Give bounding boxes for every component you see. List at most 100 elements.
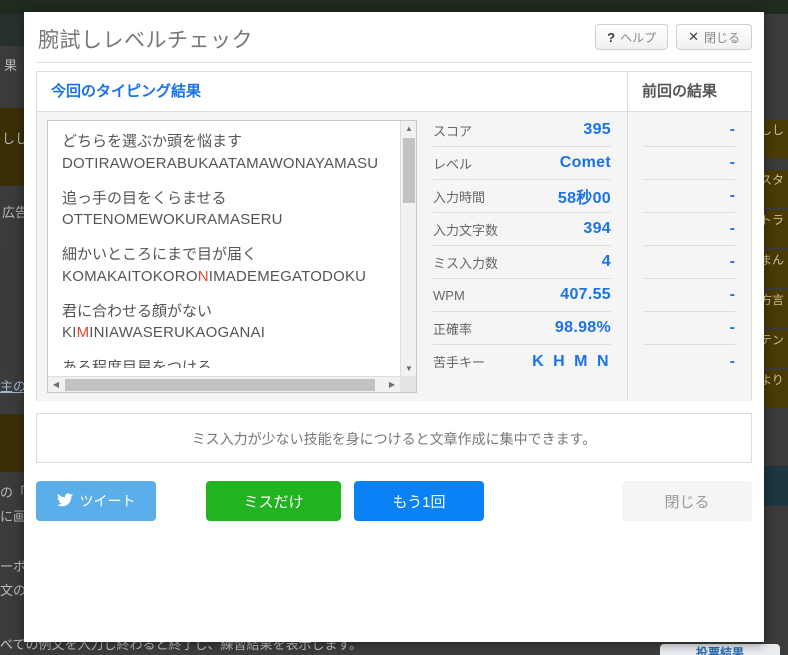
stats-list: スコア 395 レベル Comet 入力時間 58秒00 入力文字数 394 ミス入力数 4 WPM… xyxy=(417,112,627,401)
miss-only-button-label: ミスだけ xyxy=(243,493,304,511)
retry-button[interactable]: もう1回 xyxy=(354,481,484,521)
background-right-item: まん xyxy=(760,250,788,288)
close-modal-button-label: 閉じる xyxy=(664,493,710,511)
vertical-scrollbar-thumb[interactable] xyxy=(403,138,415,203)
level-check-modal: 腕試しレベルチェック ? ヘルプ ✕ 閉じる 今回のタイピング結果 どちらを選ぶ… xyxy=(24,12,764,642)
close-modal-button[interactable]: 閉じる xyxy=(622,481,752,521)
stat-value: 407.55 xyxy=(560,286,611,303)
background-text: 果 xyxy=(4,58,18,73)
stat-value: 58秒00 xyxy=(557,190,611,207)
miss-only-button[interactable]: ミスだけ xyxy=(206,481,341,521)
stat-row: 入力文字数 394 xyxy=(433,213,611,246)
stat-value: Comet xyxy=(559,154,611,171)
background-right-item: 方言 xyxy=(760,290,788,328)
previous-stat-value: - xyxy=(729,319,735,336)
previous-result-heading: 前回の結果 xyxy=(628,72,751,112)
sentence-japanese: 君に合わせる顔がない xyxy=(62,302,213,320)
romaji-segment: DOTIRAWOERABUKAATAMAWONAYAMASU xyxy=(62,154,379,172)
sentence-list-box: どちらを選ぶか頭を悩ます DOTIRAWOERABUKAATAMAWONAYAMA… xyxy=(47,120,417,393)
sentence-romaji: OTTENOMEWOKURAMASERU xyxy=(62,209,401,231)
sentence-japanese: 細かいところにまで目が届く xyxy=(62,246,258,263)
stat-label: 苦手キー xyxy=(433,355,486,370)
previous-stat-row: - xyxy=(644,114,735,147)
help-button[interactable]: ? ヘルプ xyxy=(595,24,669,50)
stat-row: 入力時間 58秒00 xyxy=(433,180,611,213)
background-right-item: テン xyxy=(760,330,788,368)
stat-value: 394 xyxy=(583,220,611,237)
tweet-button-label: ツイート xyxy=(79,493,136,509)
stat-value: 395 xyxy=(583,121,611,138)
background-right-item: スタ xyxy=(760,170,788,208)
current-result-body: どちらを選ぶか頭を悩ます DOTIRAWOERABUKAATAMAWONAYAMA… xyxy=(37,112,627,401)
sentence-pair: 君に合わせる顔がない KIMINIAWASERUKAOGANAI xyxy=(62,301,401,345)
mistyped-character: N xyxy=(197,267,209,285)
sentence-pair: 細かいところにまで目が届く KOMAKAITOKORONIMADEMEGATODO… xyxy=(62,244,401,288)
sentence-japanese: どちらを選ぶか頭を悩ます xyxy=(62,133,243,150)
background-text: の「 xyxy=(0,485,27,500)
scroll-down-icon[interactable]: ▼ xyxy=(401,361,416,377)
horizontal-scrollbar-thumb[interactable] xyxy=(65,379,375,391)
background-right-item: より xyxy=(760,370,788,408)
background-vote-result-button[interactable]: 投票結果 xyxy=(660,644,780,655)
stat-row: 正確率 98.98% xyxy=(433,312,611,345)
stat-row: スコア 395 xyxy=(433,114,611,147)
advice-banner: ミス入力が少ない技能を身につけると文章作成に集中できます。 xyxy=(36,413,752,463)
stat-value: 4 xyxy=(601,253,611,270)
previous-result-column: 前回の結果 - - - - - - - - xyxy=(627,72,751,401)
results-frame: 今回のタイピング結果 どちらを選ぶか頭を悩ます DOTIRAWOERABUKAAT… xyxy=(36,71,752,401)
stat-value: 98.98% xyxy=(554,319,611,336)
previous-stat-row: - xyxy=(644,312,735,345)
retry-button-label: もう1回 xyxy=(392,493,446,511)
background-text: 主の xyxy=(0,379,27,394)
close-button-label: 閉じる xyxy=(703,30,740,45)
modal-header-buttons: ? ヘルプ ✕ 閉じる xyxy=(595,24,752,50)
scroll-right-icon[interactable]: ▶ xyxy=(384,377,400,392)
tweet-button[interactable]: ツイート xyxy=(36,481,156,521)
previous-stat-value: - xyxy=(729,286,735,303)
previous-stats-list: - - - - - - - - xyxy=(628,112,751,401)
stat-label: スコア xyxy=(433,123,473,139)
close-icon: ✕ xyxy=(688,29,699,44)
background-text: に画 xyxy=(0,509,27,524)
romaji-segment: IMADEMEGATODOKU xyxy=(208,267,367,285)
previous-stat-value: - xyxy=(729,253,735,270)
stat-row: 苦手キー K H M N xyxy=(433,345,611,378)
background-text: 文の xyxy=(0,583,27,598)
page-title: 腕試しレベルチェック xyxy=(38,29,253,52)
previous-stat-row: - xyxy=(644,147,735,180)
modal-header: 腕試しレベルチェック ? ヘルプ ✕ 閉じる xyxy=(24,12,764,62)
action-buttons: ツイート ミスだけ もう1回 閉じる xyxy=(36,481,752,521)
previous-stat-row: - xyxy=(644,246,735,279)
question-mark-icon: ? xyxy=(607,29,616,45)
stat-label: 入力時間 xyxy=(433,189,486,205)
stat-row: レベル Comet xyxy=(433,147,611,180)
stat-label: ミス入力数 xyxy=(433,255,499,271)
sentence-pair: どちらを選ぶか頭を悩ます DOTIRAWOERABUKAATAMAWONAYAMA… xyxy=(62,131,401,175)
vertical-scrollbar[interactable]: ▲ ▼ xyxy=(400,121,416,377)
scroll-left-icon[interactable]: ◀ xyxy=(48,377,64,392)
help-button-label: ヘルプ xyxy=(620,30,657,45)
stat-row: ミス入力数 4 xyxy=(433,246,611,279)
background-text: ーボ xyxy=(0,559,27,574)
scrollbar-corner xyxy=(400,376,416,392)
previous-stat-row: - xyxy=(644,180,735,213)
twitter-bird-icon xyxy=(56,492,73,510)
mistyped-character: M xyxy=(76,324,90,342)
sentence-pair: 追っ手の目をくらませる OTTENOMEWOKURAMASERU xyxy=(62,188,401,232)
background-right-item: トラ xyxy=(760,210,788,248)
sentence-romaji: KOMAKAITOKORONIMADEMEGATODOKU xyxy=(62,266,401,288)
scroll-up-icon[interactable]: ▲ xyxy=(401,121,416,137)
romaji-segment: INIAWASERUKAOGANAI xyxy=(89,324,266,342)
sentence-romaji: DOTIRAWOERABUKAATAMAWONAYAMASU xyxy=(62,153,401,175)
stat-label: 入力文字数 xyxy=(433,222,499,238)
previous-stat-value: - xyxy=(729,121,735,138)
horizontal-scrollbar[interactable]: ◀ ▶ xyxy=(48,376,416,392)
background-right-item: しし xyxy=(760,120,788,158)
sentence-japanese: ある程度目星をつける xyxy=(62,359,213,368)
sentence-japanese: 追っ手の目をくらませる xyxy=(62,189,227,207)
previous-stat-row: - xyxy=(644,213,735,246)
romaji-segment: KOMAKAITOKORO xyxy=(62,267,198,285)
current-result-heading: 今回のタイピング結果 xyxy=(37,72,627,112)
close-button[interactable]: ✕ 閉じる xyxy=(676,24,752,50)
previous-stat-row: - xyxy=(644,279,735,312)
